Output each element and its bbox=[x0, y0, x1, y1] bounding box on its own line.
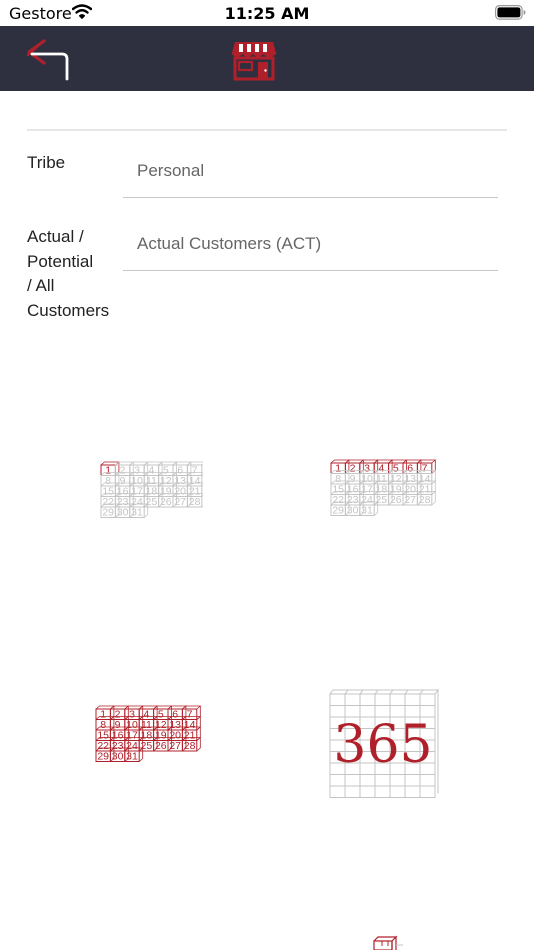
calendar-block bbox=[404, 774, 421, 787]
year-count-text: 365 bbox=[333, 715, 432, 775]
calendar-block bbox=[359, 785, 376, 798]
calendar-day-cell: 28 bbox=[416, 491, 437, 506]
calendar-day-cell: 28 bbox=[181, 737, 202, 752]
calendar-block bbox=[389, 774, 406, 787]
top-divider bbox=[27, 129, 507, 131]
svg-text:29: 29 bbox=[332, 505, 344, 517]
calendar-day-cell: 31 bbox=[129, 503, 149, 519]
calendar-block bbox=[419, 774, 436, 787]
svg-text:26: 26 bbox=[155, 740, 167, 752]
calendar-day-icon: 1 2 3 4 5 6 78 9 10 11 12 13 1415 16 17 18 19 20 2122 23 24 2… bbox=[100, 461, 203, 519]
back-arrow-icon bbox=[26, 39, 69, 81]
customers-field-underline bbox=[123, 270, 498, 271]
calendar-block bbox=[419, 693, 436, 706]
calendar-block bbox=[359, 774, 376, 787]
custom-period-button[interactable] bbox=[366, 932, 416, 950]
svg-text:30: 30 bbox=[347, 505, 359, 517]
status-bar: Gestore 11:25 AM bbox=[0, 0, 534, 26]
calendar-day-cell: 31 bbox=[124, 747, 144, 763]
svg-text:28: 28 bbox=[184, 740, 196, 752]
tribe-label: Tribe bbox=[27, 153, 66, 172]
calendar-block bbox=[404, 785, 421, 798]
svg-text:31: 31 bbox=[126, 751, 138, 763]
svg-text:27: 27 bbox=[404, 494, 416, 506]
status-time: 11:25 AM bbox=[224, 4, 310, 23]
svg-text:30: 30 bbox=[117, 507, 129, 519]
month-period-button[interactable]: 1 2 3 4 5 6 7 8 9 10 11 12 13 14 15 16 17 18 19 20 21 22 23 24 2… bbox=[92, 705, 204, 781]
customers-field[interactable]: Actual Customers (ACT) bbox=[137, 234, 321, 254]
svg-text:29: 29 bbox=[97, 751, 109, 763]
store-icon bbox=[231, 42, 277, 81]
calendar-block bbox=[329, 785, 346, 798]
calendar-block bbox=[329, 693, 346, 706]
calendar-year-icon: 365 bbox=[329, 688, 439, 798]
svg-text:31: 31 bbox=[131, 507, 143, 519]
svg-text:26: 26 bbox=[160, 496, 172, 508]
battery-icon bbox=[495, 5, 526, 20]
calendar-week-icon: 1 2 3 4 5 6 78 9 10 11 12 13 1415 16 17 18 19 20 2122 23 24 2… bbox=[330, 459, 437, 517]
svg-text:26: 26 bbox=[390, 494, 402, 506]
day-period-button[interactable]: 1 2 3 4 5 6 7 8 9 10 11 12 13 14 15 16 17 18 19 20 21 22 23 24 2… bbox=[97, 461, 203, 535]
calendar-block bbox=[374, 785, 391, 798]
calendar-month-icon: 1 2 3 4 5 6 78 9 10 11 12 13 1415 16 17 18 19 20 2122 23 24 2… bbox=[95, 705, 202, 763]
week-period-button[interactable]: 1 2 3 4 5 6 7 8 9 10 11 12 13 14 15 16 17 18 19 20 21 22 23 24 2… bbox=[327, 459, 441, 533]
calendar-block bbox=[389, 693, 406, 706]
svg-text:28: 28 bbox=[419, 494, 431, 506]
customers-label-line: Potential bbox=[27, 251, 94, 271]
svg-text:27: 27 bbox=[169, 740, 181, 752]
calendar-block bbox=[344, 785, 361, 798]
tribe-field[interactable]: Personal bbox=[137, 161, 204, 181]
calendar-day-cell: 28 bbox=[186, 493, 203, 508]
calendar-block bbox=[344, 774, 361, 787]
calendar-block bbox=[359, 693, 376, 706]
back-button[interactable] bbox=[22, 36, 74, 82]
svg-text:27: 27 bbox=[174, 496, 186, 508]
calendar-block bbox=[329, 774, 346, 787]
svg-text:29: 29 bbox=[102, 507, 114, 519]
svg-text:31: 31 bbox=[361, 505, 373, 517]
calendar-block bbox=[404, 693, 421, 706]
calendar-custom-icon bbox=[373, 935, 403, 950]
svg-text:28: 28 bbox=[189, 496, 201, 508]
customers-label: Actual / Potential / All Customers bbox=[27, 225, 121, 323]
tribe-field-underline bbox=[123, 197, 498, 198]
calendar-block bbox=[419, 785, 436, 798]
nav-bar bbox=[0, 26, 534, 91]
calendar-block bbox=[374, 693, 391, 706]
calendar-block bbox=[374, 774, 391, 787]
customers-label-line: Customers bbox=[27, 300, 110, 320]
customers-label-line: / All bbox=[27, 276, 55, 295]
svg-text:30: 30 bbox=[112, 751, 124, 763]
calendar-day-cell: 31 bbox=[359, 501, 379, 517]
customers-label-line: Actual / bbox=[27, 227, 84, 246]
calendar-block bbox=[389, 785, 406, 798]
calendar-block bbox=[344, 693, 361, 706]
year-period-button[interactable]: 365 bbox=[325, 684, 443, 798]
